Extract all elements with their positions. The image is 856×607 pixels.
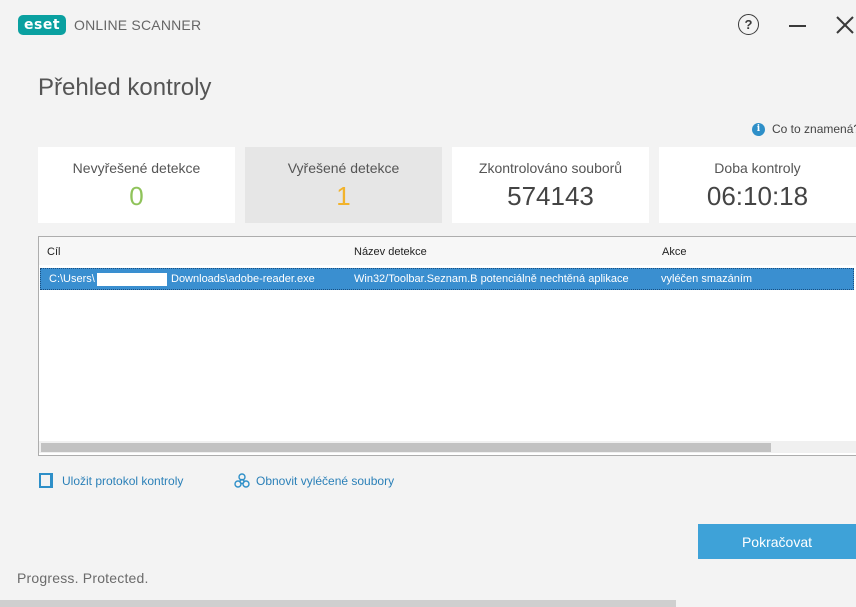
stat-scanned-files: Zkontrolováno souborů 574143 [452,147,649,223]
save-log-label: Uložit protokol kontroly [62,473,184,488]
column-header-detection-name[interactable]: Název detekce [354,246,427,258]
scrollbar-thumb[interactable] [41,443,771,452]
redacted-username [97,273,167,286]
info-link-label: Co to znamená? [772,122,856,136]
stat-resolved-detections: Vyřešené detekce 1 [245,147,442,223]
help-button[interactable]: ? [738,14,762,38]
stat-label: Zkontrolováno souborů [478,160,623,176]
detections-table: Cíl Název detekce Akce C:\Users\ Downloa… [38,236,856,456]
footer-tagline: Progress. Protected. [17,570,149,586]
close-icon [836,16,854,34]
column-header-target[interactable]: Cíl [47,246,60,258]
eset-logo-mark: eset [18,15,67,35]
minimize-icon [789,25,806,27]
minimize-button[interactable] [788,14,812,38]
stat-value: 06:10:18 [706,181,809,211]
table-row[interactable]: C:\Users\ Downloads\adobe-reader.exe Win… [40,268,854,290]
cell-action: vyléčen smazáním [661,273,753,285]
eset-logo: eset ONLINE SCANNER [18,15,201,35]
horizontal-scrollbar[interactable] [39,441,856,453]
cell-target-suffix: Downloads\adobe-reader.exe [171,273,315,285]
info-icon: i [752,122,765,136]
stat-value: 574143 [507,181,594,211]
app-title: ONLINE SCANNER [74,17,202,33]
column-header-action[interactable]: Akce [662,246,686,258]
stat-label: Doba kontroly [714,160,801,176]
page-title: Přehled kontroly [38,74,212,101]
save-scan-log-link[interactable]: Uložit protokol kontroly [39,473,183,488]
biohazard-icon [234,473,250,488]
stat-scan-duration: Doba kontroly 06:10:18 [659,147,856,223]
stat-label: Nevyřešené detekce [72,160,201,176]
cell-target-prefix: C:\Users\ [49,273,95,285]
cell-detection-name: Win32/Toolbar.Seznam.B potenciálně necht… [354,273,629,285]
title-bar: eset ONLINE SCANNER ? [0,0,856,50]
stat-value: 0 [129,181,144,211]
table-header: Cíl Název detekce Akce [39,237,856,265]
what-does-it-mean-link[interactable]: i Co to znamená? [752,122,856,136]
question-icon: ? [738,14,759,35]
restore-cleaned-files-link[interactable]: Obnovit vyléčené soubory [234,473,394,489]
stat-value: 1 [336,181,351,211]
stat-label: Vyřešené detekce [287,160,400,176]
stat-unresolved-detections: Nevyřešené detekce 0 [38,147,235,223]
close-button[interactable] [834,14,856,38]
save-log-icon [39,473,53,488]
window-bottom-edge [0,600,676,607]
restore-label: Obnovit vyléčené soubory [256,474,395,488]
continue-button[interactable]: Pokračovat [698,524,856,559]
